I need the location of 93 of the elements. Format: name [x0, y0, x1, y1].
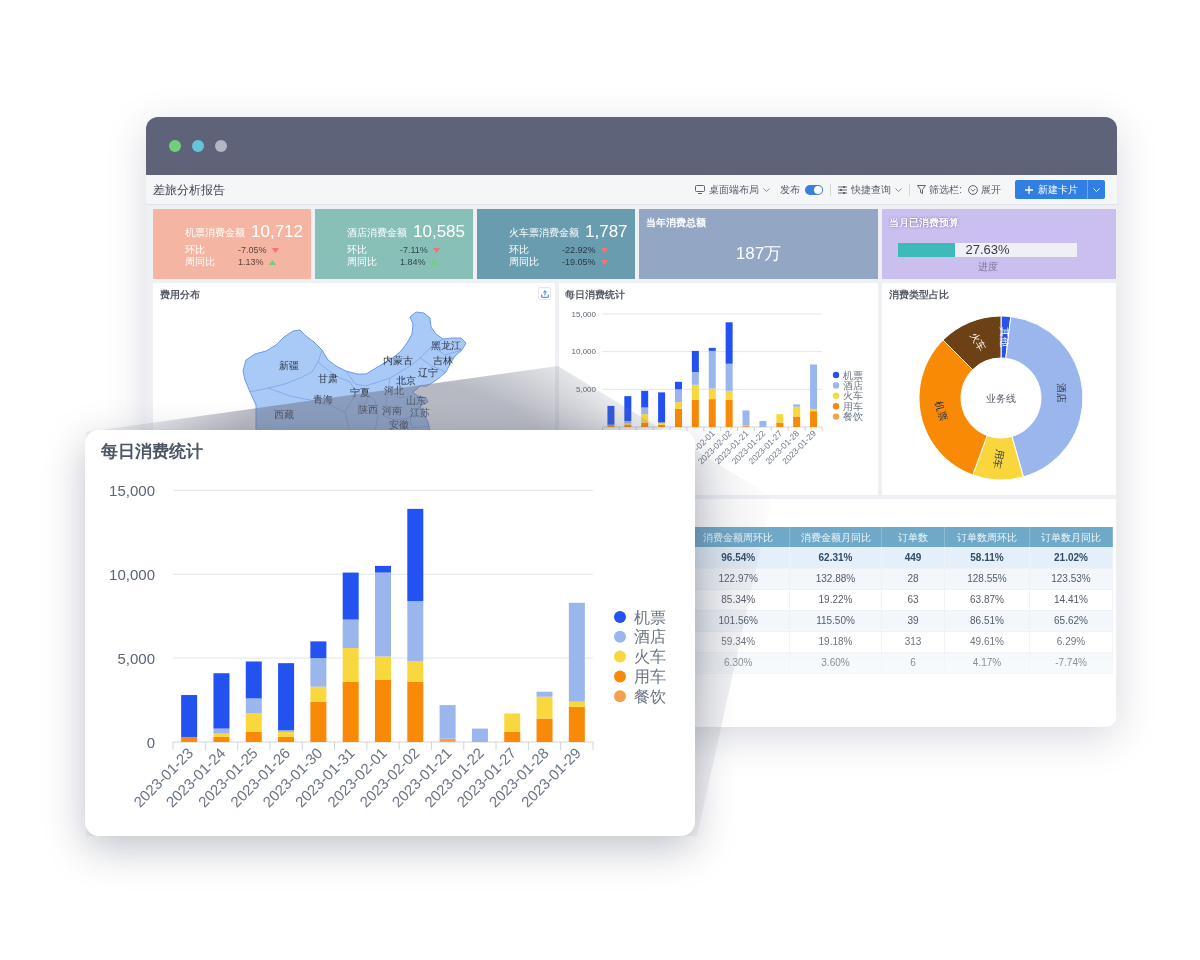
comparison-label: 周同比	[185, 256, 216, 268]
region-label: 山东	[406, 394, 426, 406]
comparison-value: -7.11%	[400, 244, 428, 256]
card-title: 每日消费统计	[101, 441, 203, 464]
comparison-value: -7.05%	[238, 244, 267, 256]
table-cell: 123.53%	[1029, 568, 1113, 589]
slice-label: 用车	[991, 448, 1006, 470]
region-label: 河南	[382, 404, 402, 416]
kpi-title: 火车票消费金额	[509, 225, 579, 240]
column-header: 订单数周环比	[944, 527, 1030, 547]
region-label: 宁夏	[350, 386, 370, 398]
table-cell: 19.22%	[789, 589, 882, 610]
comparison-value: 1.84%	[400, 256, 426, 268]
legend-label: 火车	[634, 648, 666, 666]
table-cell: 58.11%	[944, 547, 1030, 568]
column-header: 消费金额月同比	[789, 527, 882, 547]
column-header: 订单数	[881, 527, 945, 547]
table-cell: 63	[881, 589, 945, 610]
slice-label: 火车	[967, 330, 988, 353]
comparison-label: 环比	[509, 244, 530, 256]
table-cell: 449	[881, 547, 945, 568]
kpi-value: 10,585	[413, 222, 465, 242]
comparison-label: 环比	[185, 244, 206, 256]
table-cell: -7.74%	[1029, 652, 1113, 673]
legend-label: 用车	[634, 667, 666, 685]
region-label: 河北	[384, 384, 404, 396]
comparison-label: 环比	[347, 244, 368, 256]
progress-caption: 进度	[977, 261, 998, 273]
table-cell: 63.87%	[944, 589, 1030, 610]
table-cell: 6	[881, 652, 945, 673]
comparison-value: 1.13%	[238, 256, 264, 268]
table-cell: 128.55%	[944, 568, 1030, 589]
legend-label: 餐饮	[843, 411, 864, 423]
kpi-title: 机票消费金额	[185, 225, 245, 240]
table-cell: 86.51%	[944, 610, 1030, 631]
region-label: 黑龙江	[431, 339, 461, 351]
table-cell: 65.62%	[1029, 610, 1113, 631]
kpi-title: 酒店消费金额	[347, 225, 407, 240]
column-header: 订单数月同比	[1029, 527, 1113, 547]
slice-label: 其他	[999, 327, 1011, 348]
region-label: 安徽	[389, 418, 409, 430]
publish-label: 发布	[780, 183, 801, 197]
legend-label: 机票	[843, 369, 864, 381]
progress-value: 27.63%	[965, 243, 1010, 257]
axis-tick-label: 10,000	[571, 347, 596, 357]
slice-label: 机票	[933, 400, 950, 423]
kpi-title: 当月已消费预算	[889, 216, 959, 230]
filter-bar-label: 筛选栏:	[929, 183, 962, 197]
region-label: 甘肃	[318, 372, 338, 384]
region-label: 吉林	[433, 354, 453, 366]
region-label: 北京	[396, 374, 416, 386]
region-label: 辽宁	[418, 366, 438, 378]
table-cell: 4.17%	[944, 652, 1030, 673]
region-label: 江苏	[410, 406, 430, 418]
legend-label: 机票	[634, 608, 666, 626]
table-cell: 115.50%	[789, 610, 882, 631]
axis-tick-label: 5,000	[117, 649, 155, 667]
table-cell: 39	[881, 610, 945, 631]
legend-label: 用车	[843, 400, 864, 412]
card-title: 每日消费统计	[565, 287, 625, 302]
axis-tick-label: 10,000	[109, 565, 155, 583]
axis-tick-label: 15,000	[571, 309, 596, 319]
table-cell: 21.02%	[1029, 547, 1113, 568]
axis-tick-label: 15,000	[109, 481, 155, 499]
legend-label: 酒店	[843, 379, 864, 391]
comparison-value: -19.05%	[562, 256, 596, 268]
legend-label: 酒店	[634, 628, 666, 646]
table-cell: 3.60%	[789, 652, 882, 673]
table-cell: 14.41%	[1029, 589, 1113, 610]
region-label: 西藏	[274, 408, 294, 420]
table-cell: 132.88%	[789, 568, 882, 589]
region-label: 陕西	[358, 403, 378, 415]
kpi-value: 1,787	[585, 222, 628, 242]
report-title: 差旅分析报告	[153, 181, 225, 199]
kpi-title: 当年消费总额	[646, 216, 706, 230]
comparison-label: 周同比	[509, 256, 540, 268]
card-title: 费用分布	[160, 287, 200, 302]
kpi-value: 187万	[735, 244, 782, 264]
table-cell: 62.31%	[789, 547, 882, 568]
table-cell: 28	[881, 568, 945, 589]
kpi-value: 10,712	[251, 222, 303, 242]
legend-label: 餐饮	[634, 687, 666, 705]
region-label: 内蒙古	[383, 354, 413, 366]
donut-center-label: 业务线	[986, 392, 1016, 404]
slice-label: 酒店	[1056, 383, 1068, 404]
comparison-value: -22.92%	[562, 244, 596, 256]
axis-tick-label: 5,000	[575, 384, 596, 394]
region-label: 青海	[313, 393, 333, 405]
region-label: 新疆	[279, 359, 299, 371]
comparison-label: 周同比	[347, 256, 378, 268]
card-title: 消费类型占比	[889, 287, 949, 302]
legend-label: 火车	[843, 390, 864, 402]
axis-tick-label: 0	[146, 733, 155, 751]
